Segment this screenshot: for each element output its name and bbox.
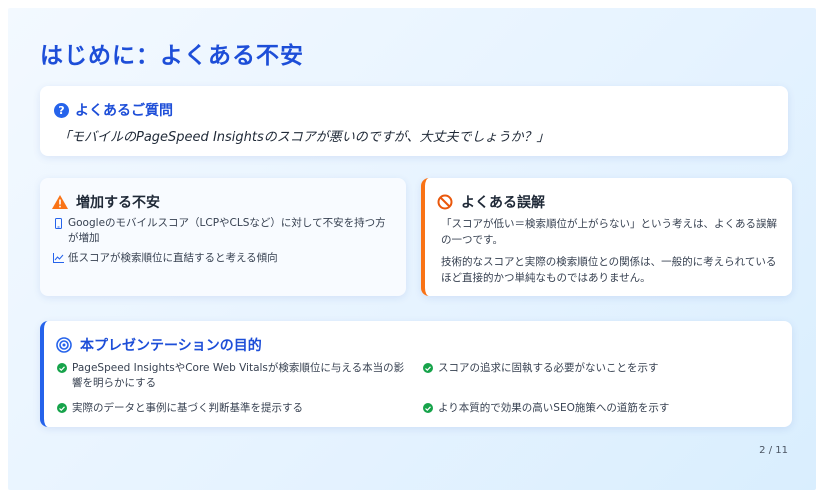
target-icon <box>56 337 72 353</box>
line-chart-icon <box>52 251 64 266</box>
misconception-heading-row: よくある誤解 <box>437 192 545 212</box>
list-item: スコアの追求に固執する必要がないことを示す <box>422 361 772 376</box>
goal-card: 本プレゼンテーションの目的 PageSpeed InsightsやCore We… <box>40 321 792 427</box>
goal-item-text: PageSpeed InsightsやCore Web Vitalsが検索順位に… <box>72 362 405 389</box>
page-title: はじめに：よくある不安 <box>40 43 304 69</box>
page-number: 2 / 11 <box>759 445 788 456</box>
check-circle-icon <box>56 361 68 391</box>
goal-heading-row: 本プレゼンテーションの目的 <box>56 335 262 355</box>
worry-card: 増加する不安 Googleのモバイルスコア（LCPやCLSなど）に対して不安を持… <box>40 178 406 296</box>
goal-heading: 本プレゼンテーションの目的 <box>80 338 262 354</box>
list-item: PageSpeed InsightsやCore Web Vitalsが検索順位に… <box>56 361 406 391</box>
misconception-paragraph: 「スコアが低い＝検索順位が上がらない」という考えは、よくある誤解の一つです。 <box>441 218 777 246</box>
slide: はじめに：よくある不安 ? よくあるご質問 「モバイルのPageSpeed In… <box>8 8 816 490</box>
faq-card: ? よくあるご質問 「モバイルのPageSpeed Insightsのスコアが悪… <box>40 86 788 156</box>
list-item: 実際のデータと事例に基づく判断基準を提示する <box>56 401 406 416</box>
list-item: より本質的で効果の高いSEO施策への道筋を示す <box>422 401 772 416</box>
misconception-paragraph: 技術的なスコアと実際の検索順位との関係は、一般的に考えられているほど直接的かつ単… <box>441 256 777 284</box>
list-item: 低スコアが検索順位に直結すると考える傾向 <box>52 251 396 266</box>
worry-item-text: Googleのモバイルスコア（LCPやCLSなど）に対して不安を持つ方が増加 <box>68 217 386 244</box>
warning-triangle-icon <box>52 195 68 209</box>
goal-item-text: より本質的で効果の高いSEO施策への道筋を示す <box>438 402 670 414</box>
check-circle-icon <box>422 401 434 416</box>
check-circle-icon <box>56 401 68 416</box>
mobile-phone-icon <box>52 216 64 246</box>
prohibited-icon <box>437 194 453 210</box>
faq-heading-row: ? よくあるご質問 <box>54 100 173 120</box>
question-circle-icon: ? <box>54 102 69 118</box>
goal-item-text: スコアの追求に固執する必要がないことを示す <box>438 362 659 374</box>
goal-item-text: 実際のデータと事例に基づく判断基準を提示する <box>72 402 303 414</box>
list-item: Googleのモバイルスコア（LCPやCLSなど）に対して不安を持つ方が増加 <box>52 216 396 246</box>
check-circle-icon <box>422 361 434 376</box>
misconception-card: よくある誤解 「スコアが低い＝検索順位が上がらない」という考えは、よくある誤解の… <box>421 178 792 296</box>
worry-heading-row: 増加する不安 <box>52 192 160 212</box>
misconception-heading: よくある誤解 <box>461 195 545 211</box>
worry-item-text: 低スコアが検索順位に直結すると考える傾向 <box>68 252 278 264</box>
worry-heading: 増加する不安 <box>76 195 160 211</box>
faq-heading: よくあるご質問 <box>75 103 173 119</box>
faq-quote: 「モバイルのPageSpeed Insightsのスコアが悪いのですが、大丈夫で… <box>58 130 550 145</box>
